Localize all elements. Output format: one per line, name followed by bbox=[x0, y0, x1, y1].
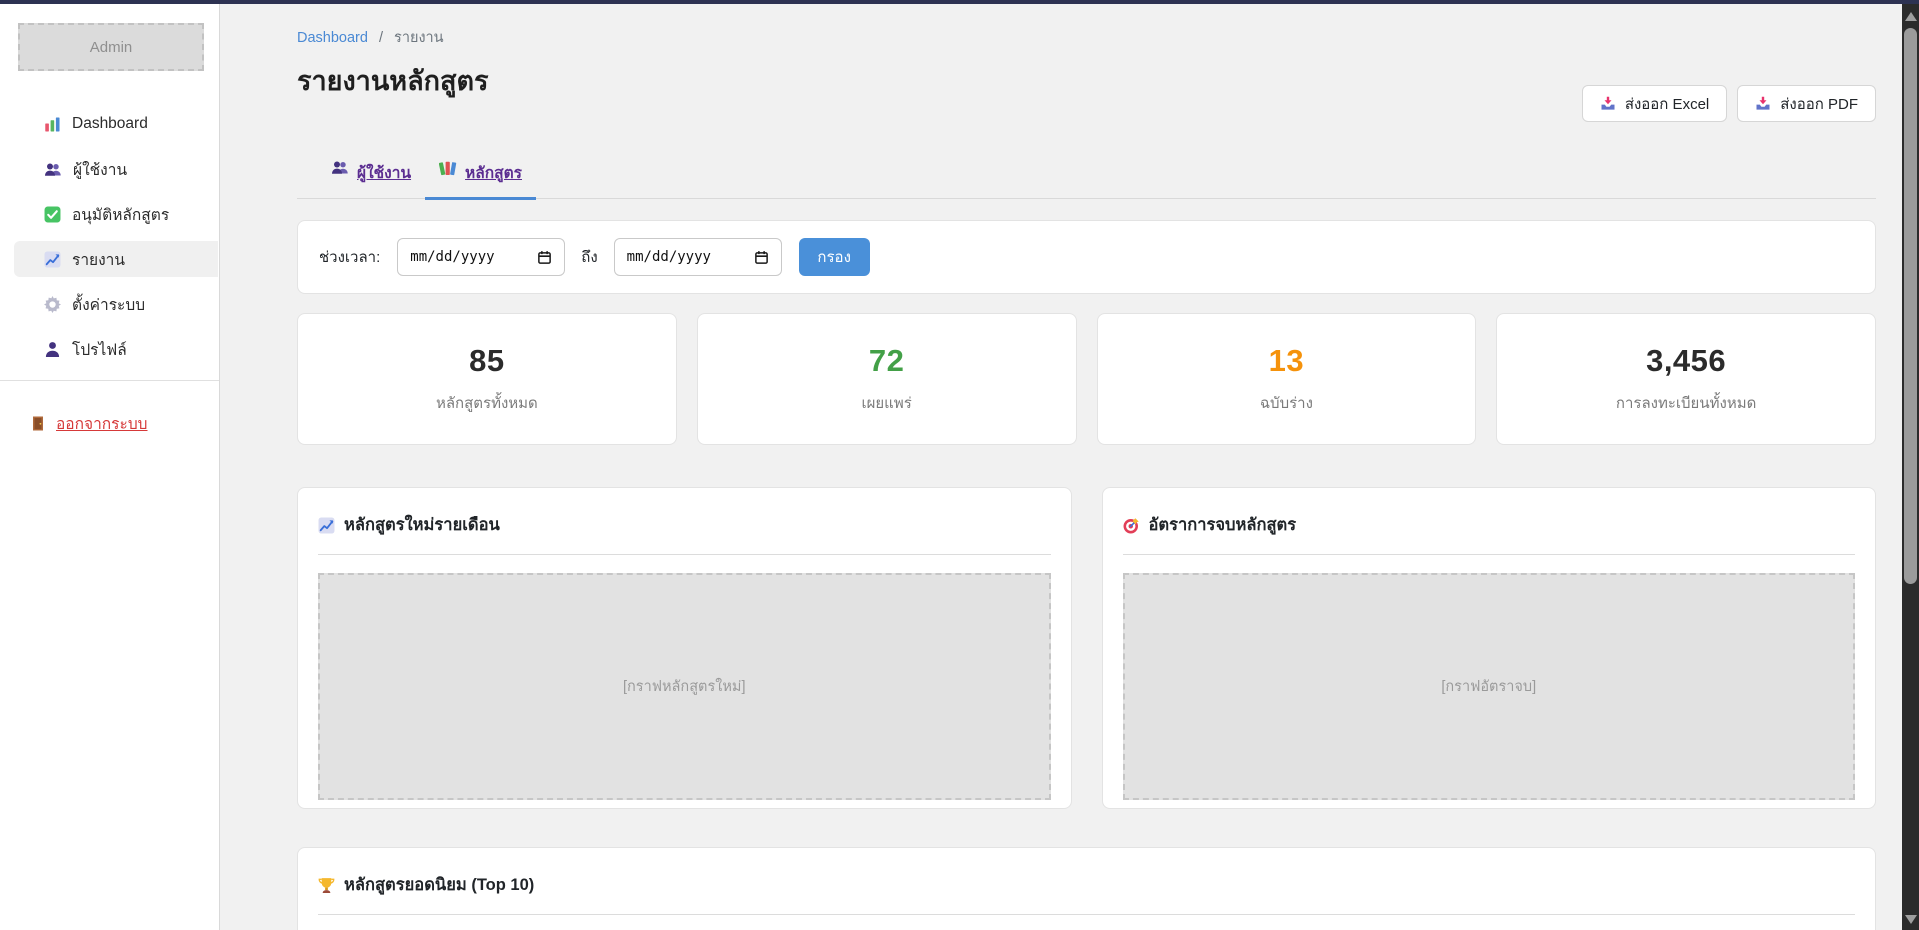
export-buttons: ส่งออก Excel ส่งออก PDF bbox=[1582, 85, 1876, 122]
panel-top-courses-header: หลักสูตรยอดนิยม (Top 10) bbox=[318, 872, 1855, 898]
export-pdf-label: ส่งออก PDF bbox=[1780, 92, 1858, 116]
sidebar-item-label: โปรไฟล์ bbox=[72, 337, 127, 362]
export-pdf-button[interactable]: ส่งออก PDF bbox=[1737, 85, 1876, 122]
vertical-scrollbar[interactable] bbox=[1902, 4, 1919, 930]
scrollbar-thumb[interactable] bbox=[1904, 28, 1917, 584]
chart-up-icon bbox=[318, 517, 335, 534]
completion-chart-placeholder: [กราฟอัตราจบ] bbox=[1123, 573, 1856, 800]
users-icon bbox=[331, 160, 349, 175]
panel-new-courses-header: หลักสูตรใหม่รายเดือน bbox=[318, 512, 1051, 538]
panel-completion-header: อัตราการจบหลักสูตร bbox=[1123, 512, 1856, 538]
filter-to-label: ถึง bbox=[581, 245, 597, 269]
sidebar-item-reports[interactable]: รายงาน bbox=[14, 241, 218, 277]
page-title: รายงานหลักสูตร bbox=[297, 63, 489, 99]
filter-button[interactable]: กรอง bbox=[799, 238, 870, 276]
panel-top-courses: หลักสูตรยอดนิยม (Top 10) bbox=[297, 847, 1876, 930]
panel-divider bbox=[1123, 554, 1856, 555]
stat-value: 13 bbox=[1269, 343, 1304, 379]
panel-title: อัตราการจบหลักสูตร bbox=[1149, 512, 1297, 538]
door-icon bbox=[30, 415, 46, 432]
sidebar-item-label: ผู้ใช้งาน bbox=[73, 157, 127, 182]
sidebar-logo-label: Admin bbox=[90, 39, 133, 56]
main-content: Dashboard / รายงาน รายงานหลักสูตร ส่งออก… bbox=[220, 4, 1902, 930]
stats-row: 85 หลักสูตรทั้งหมด 72 เผยแพร่ 13 ฉบับร่า… bbox=[297, 313, 1876, 445]
filter-bar: ช่วงเวลา: mm/dd/yyyy ถึง mm/dd/yyyy กรอง bbox=[297, 220, 1876, 294]
sidebar-item-label: รายงาน bbox=[72, 247, 125, 272]
panel-title: หลักสูตรใหม่รายเดือน bbox=[344, 512, 500, 538]
logout-link[interactable]: ออกจากระบบ bbox=[30, 411, 148, 436]
books-icon bbox=[439, 160, 457, 176]
date-from-value: mm/dd/yyyy bbox=[410, 249, 494, 265]
app-root: Admin Dashboard ผู้ใช้งาน bbox=[0, 4, 1919, 930]
sidebar-item-label: Dashboard bbox=[72, 115, 148, 133]
users-icon bbox=[44, 162, 62, 177]
sidebar-nav: Dashboard ผู้ใช้งาน อนุมัติหลักสูตร bbox=[0, 106, 219, 367]
calendar-icon[interactable] bbox=[537, 250, 552, 265]
sidebar-divider bbox=[0, 380, 219, 381]
sidebar-item-profile[interactable]: โปรไฟล์ bbox=[14, 331, 218, 367]
stat-label: เผยแพร่ bbox=[861, 391, 911, 415]
panel-divider bbox=[318, 914, 1855, 915]
stat-label: ฉบับร่าง bbox=[1260, 391, 1313, 415]
stat-card-published: 72 เผยแพร่ bbox=[697, 313, 1077, 445]
panel-new-courses: หลักสูตรใหม่รายเดือน [กราฟหลักสูตรใหม่] bbox=[297, 487, 1072, 809]
export-excel-label: ส่งออก Excel bbox=[1625, 92, 1709, 116]
stat-label: การลงทะเบียนทั้งหมด bbox=[1616, 391, 1756, 415]
tab-courses[interactable]: หลักสูตร bbox=[425, 158, 536, 200]
sidebar-item-approve-courses[interactable]: อนุมัติหลักสูตร bbox=[14, 196, 218, 232]
stat-label: หลักสูตรทั้งหมด bbox=[436, 391, 538, 415]
download-icon bbox=[1600, 96, 1616, 112]
stat-card-drafts: 13 ฉบับร่าง bbox=[1097, 313, 1477, 445]
sidebar-item-settings[interactable]: ตั้งค่าระบบ bbox=[14, 286, 218, 322]
date-to-value: mm/dd/yyyy bbox=[627, 249, 711, 265]
breadcrumb-current: รายงาน bbox=[394, 30, 444, 46]
gear-icon bbox=[44, 296, 61, 313]
stat-value: 85 bbox=[469, 343, 504, 379]
trophy-icon bbox=[318, 877, 335, 894]
panel-title: หลักสูตรยอดนิยม (Top 10) bbox=[344, 872, 534, 898]
panel-completion-rate: อัตราการจบหลักสูตร [กราฟอัตราจบ] bbox=[1102, 487, 1877, 809]
breadcrumb-separator: / bbox=[379, 30, 383, 46]
stat-value: 3,456 bbox=[1646, 343, 1726, 379]
bar-chart-icon bbox=[44, 116, 61, 133]
sidebar-item-label: อนุมัติหลักสูตร bbox=[72, 202, 169, 227]
download-icon bbox=[1755, 96, 1771, 112]
logout-label: ออกจากระบบ bbox=[56, 411, 148, 436]
date-to-input[interactable]: mm/dd/yyyy bbox=[614, 238, 782, 276]
tab-users-label: ผู้ใช้งาน bbox=[357, 160, 411, 185]
page-header: รายงานหลักสูตร ส่งออก Excel ส่งออก PDF bbox=[297, 63, 1876, 122]
sidebar-item-users[interactable]: ผู้ใช้งาน bbox=[14, 151, 218, 187]
chart-up-icon bbox=[44, 251, 61, 268]
tab-bar: ผู้ใช้งาน หลักสูตร bbox=[297, 158, 1876, 199]
tab-courses-label: หลักสูตร bbox=[465, 160, 522, 185]
stat-card-total-courses: 85 หลักสูตรทั้งหมด bbox=[297, 313, 677, 445]
stat-value: 72 bbox=[869, 343, 904, 379]
sidebar-item-label: ตั้งค่าระบบ bbox=[72, 292, 145, 317]
sidebar-item-dashboard[interactable]: Dashboard bbox=[14, 106, 218, 142]
charts-row: หลักสูตรใหม่รายเดือน [กราฟหลักสูตรใหม่] bbox=[297, 487, 1876, 809]
filter-range-label: ช่วงเวลา: bbox=[319, 245, 380, 269]
placeholder-label: [กราฟอัตราจบ] bbox=[1441, 675, 1536, 698]
date-from-input[interactable]: mm/dd/yyyy bbox=[397, 238, 565, 276]
breadcrumb-dashboard-link[interactable]: Dashboard bbox=[297, 30, 368, 46]
tab-users[interactable]: ผู้ใช้งาน bbox=[317, 158, 425, 200]
scrollbar-down-arrow-icon[interactable] bbox=[1905, 915, 1917, 924]
scrollbar-up-arrow-icon[interactable] bbox=[1905, 12, 1917, 21]
sidebar-logo: Admin bbox=[18, 23, 204, 71]
stat-card-total-enrollments: 3,456 การลงทะเบียนทั้งหมด bbox=[1496, 313, 1876, 445]
person-icon bbox=[44, 341, 61, 358]
target-icon bbox=[1123, 517, 1140, 534]
placeholder-label: [กราฟหลักสูตรใหม่] bbox=[623, 675, 746, 698]
sidebar: Admin Dashboard ผู้ใช้งาน bbox=[0, 4, 220, 930]
check-icon bbox=[44, 206, 61, 223]
calendar-icon[interactable] bbox=[754, 250, 769, 265]
export-excel-button[interactable]: ส่งออก Excel bbox=[1582, 85, 1727, 122]
panel-divider bbox=[318, 554, 1051, 555]
breadcrumb: Dashboard / รายงาน bbox=[297, 26, 1876, 49]
new-courses-chart-placeholder: [กราฟหลักสูตรใหม่] bbox=[318, 573, 1051, 800]
